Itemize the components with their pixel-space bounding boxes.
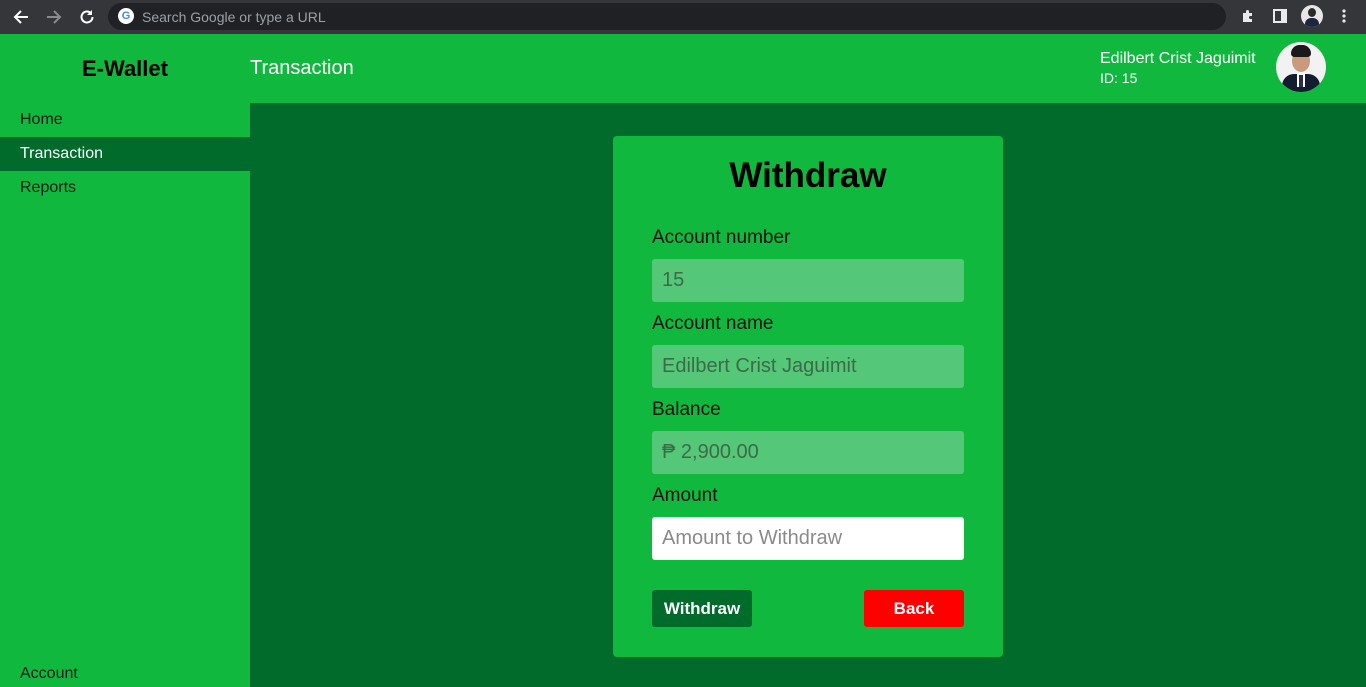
balance-label: Balance (652, 399, 721, 420)
reload-icon[interactable] (75, 5, 99, 29)
amount-input[interactable] (652, 517, 964, 560)
sidebar-item-transaction[interactable]: Transaction (0, 137, 250, 171)
browser-toolbar: G Search Google or type a URL (0, 0, 1366, 34)
extensions-icon[interactable] (1238, 6, 1258, 26)
side-panel-icon[interactable] (1270, 6, 1290, 26)
form-title: Withdraw (729, 156, 887, 195)
address-bar-placeholder: Search Google or type a URL (142, 9, 326, 25)
app-header: E-Wallet Transaction Edilbert Crist Jagu… (0, 34, 1366, 103)
address-bar[interactable]: G Search Google or type a URL (108, 3, 1226, 30)
page-title: Transaction (250, 57, 354, 79)
sidebar: Home Transaction Reports Account (0, 103, 250, 687)
avatar[interactable] (1276, 42, 1326, 92)
back-arrow-icon[interactable] (9, 5, 33, 29)
brand-logo[interactable]: E-Wallet (0, 34, 250, 103)
user-id: ID: 15 (1100, 70, 1138, 86)
google-icon: G (118, 8, 134, 24)
forward-arrow-icon[interactable] (42, 5, 66, 29)
sidebar-item-reports[interactable]: Reports (0, 171, 250, 205)
amount-label: Amount (652, 485, 718, 506)
withdraw-card: Withdraw Account number Account name Bal… (613, 136, 1003, 657)
user-name: Edilbert Crist Jaguimit (1100, 50, 1256, 67)
account-name-field (652, 345, 964, 388)
profile-avatar-icon[interactable] (1301, 5, 1323, 27)
withdraw-button[interactable]: Withdraw (652, 590, 752, 627)
sidebar-item-home[interactable]: Home (0, 103, 250, 137)
account-name-label: Account name (652, 313, 774, 334)
sidebar-item-account[interactable]: Account (20, 665, 78, 683)
kebab-menu-icon[interactable] (1334, 6, 1354, 26)
balance-field (652, 431, 964, 474)
account-number-field (652, 259, 964, 302)
account-number-label: Account number (652, 227, 791, 248)
back-button[interactable]: Back (864, 590, 964, 627)
